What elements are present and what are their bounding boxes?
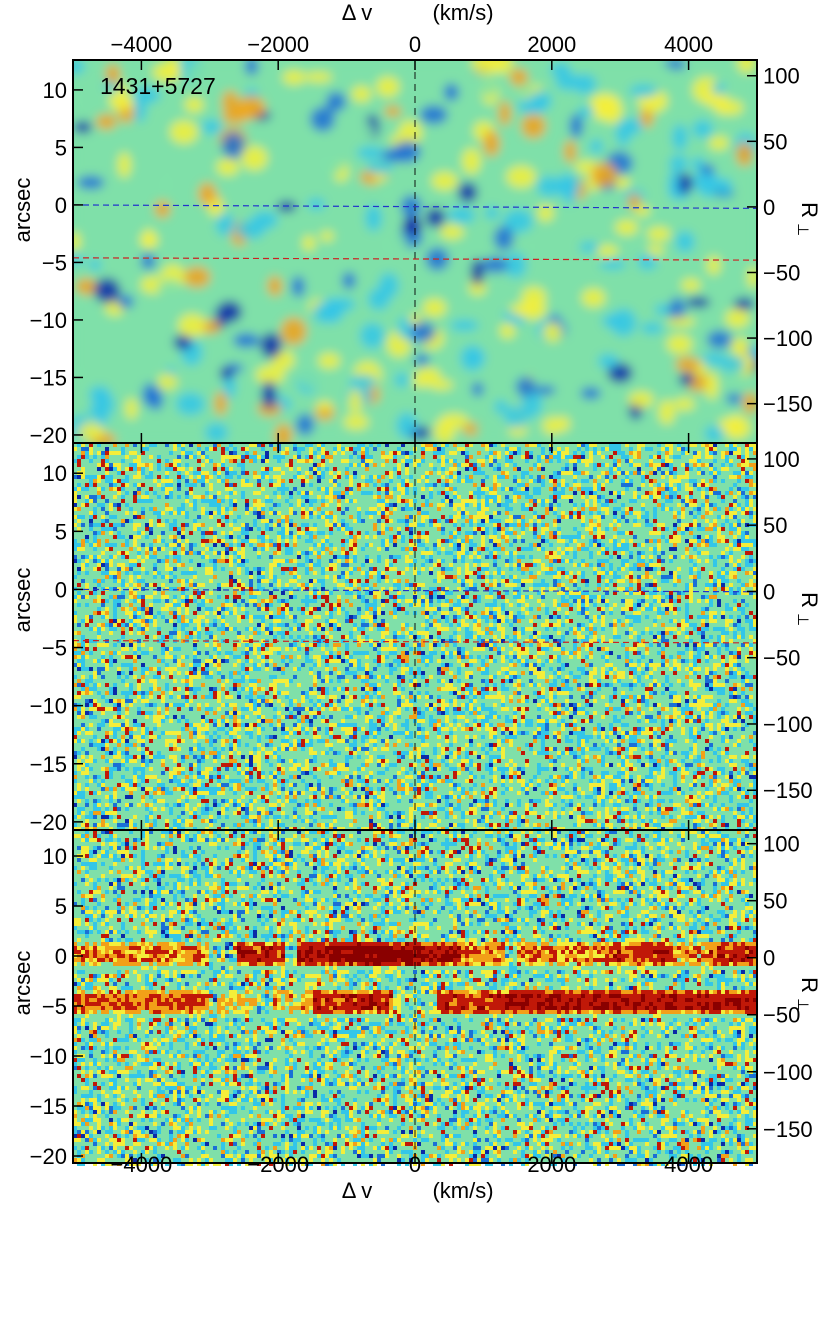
left-tick-label: −5 (42, 250, 67, 275)
left-tick-label: −20 (30, 1144, 67, 1169)
left-tick-label: −5 (42, 636, 67, 661)
panel-smoothed: 1431+5727 1050−5−10−15−20100500−50−100−1… (30, 59, 813, 448)
top-axis-label: Δ v (km/s) (342, 0, 494, 25)
right-tick-label: 100 (763, 447, 800, 472)
right-tick-label: −150 (763, 778, 813, 803)
left-tick-label: −10 (30, 694, 67, 719)
top-tick-label: 4000 (664, 32, 713, 57)
left-tick-label: 5 (55, 135, 67, 160)
right-tick-label: −100 (763, 326, 813, 351)
left-tick-label: 10 (43, 844, 67, 869)
bottom-units-label: (km/s) (432, 1178, 493, 1203)
left-tick-label: 10 (43, 461, 67, 486)
left-axis-label-panel-1: arcsec (10, 178, 35, 243)
bottom-axis-label: Δ v (km/s) (342, 1178, 494, 1203)
left-tick-label: −10 (30, 1044, 67, 1069)
panel-residual: 1050−5−10−15−20100500−50−100−150 (30, 442, 813, 835)
right-axis-label-panel-2: R ⊥ (794, 592, 822, 626)
top-tick-labels: −4000 −2000 0 2000 4000 (111, 32, 714, 57)
right-tick-label: 50 (763, 129, 787, 154)
right-tick-label: 100 (763, 64, 800, 89)
top-delta-v-label: Δ v (342, 0, 373, 25)
left-tick-label: −5 (42, 994, 67, 1019)
bottom-tick-label: 4000 (664, 1152, 713, 1177)
top-tick-label: −2000 (247, 32, 309, 57)
right-tick-label: 50 (763, 513, 787, 538)
bottom-delta-v-label: Δ v (342, 1178, 373, 1203)
right-axis-label-panel-3: R ⊥ (794, 977, 822, 1011)
right-axis-label-panel-1: R ⊥ (794, 202, 822, 236)
left-axis-label-panel-3: arcsec (10, 951, 35, 1016)
left-tick-label: −10 (30, 308, 67, 333)
left-tick-label: 0 (55, 193, 67, 218)
right-tick-label: −50 (763, 646, 800, 671)
right-tick-label: 100 (763, 832, 800, 857)
left-tick-label: 10 (43, 78, 67, 103)
bottom-tick-label: 0 (409, 1152, 421, 1177)
top-tick-label: −4000 (111, 32, 173, 57)
right-tick-label: 0 (763, 946, 775, 971)
left-tick-label: −15 (30, 365, 67, 390)
top-tick-label: 2000 (527, 32, 576, 57)
left-tick-label: 0 (55, 944, 67, 969)
right-tick-label: −150 (763, 1117, 813, 1142)
right-tick-label: −100 (763, 712, 813, 737)
right-tick-label: 0 (763, 579, 775, 604)
bottom-tick-label: −2000 (247, 1152, 309, 1177)
left-axis-label-panel-2: arcsec (10, 568, 35, 633)
right-tick-label: −100 (763, 1060, 813, 1085)
object-label: 1431+5727 (100, 73, 216, 99)
heatmap-smoothed (73, 60, 757, 443)
left-tick-label: 0 (55, 577, 67, 602)
top-units-label: (km/s) (432, 0, 493, 25)
left-tick-label: −15 (30, 1094, 67, 1119)
left-tick-label: 5 (55, 519, 67, 544)
right-tick-label: 0 (763, 195, 775, 220)
top-tick-label: 0 (409, 32, 421, 57)
left-tick-label: −15 (30, 752, 67, 777)
left-tick-label: −20 (30, 810, 67, 835)
spectral-image-figure: Δ v (km/s) −4000 −2000 0 2000 4000 1431+5727… (10, 0, 822, 1203)
panel-raw: 1050−5−10−15−20100500−50−100−150 (30, 829, 813, 1169)
right-tick-label: −150 (763, 392, 813, 417)
bottom-tick-label: −4000 (111, 1152, 173, 1177)
bottom-tick-label: 2000 (527, 1152, 576, 1177)
left-tick-label: −20 (30, 423, 67, 448)
right-tick-label: 50 (763, 889, 787, 914)
right-tick-label: −50 (763, 260, 800, 285)
left-tick-label: 5 (55, 894, 67, 919)
